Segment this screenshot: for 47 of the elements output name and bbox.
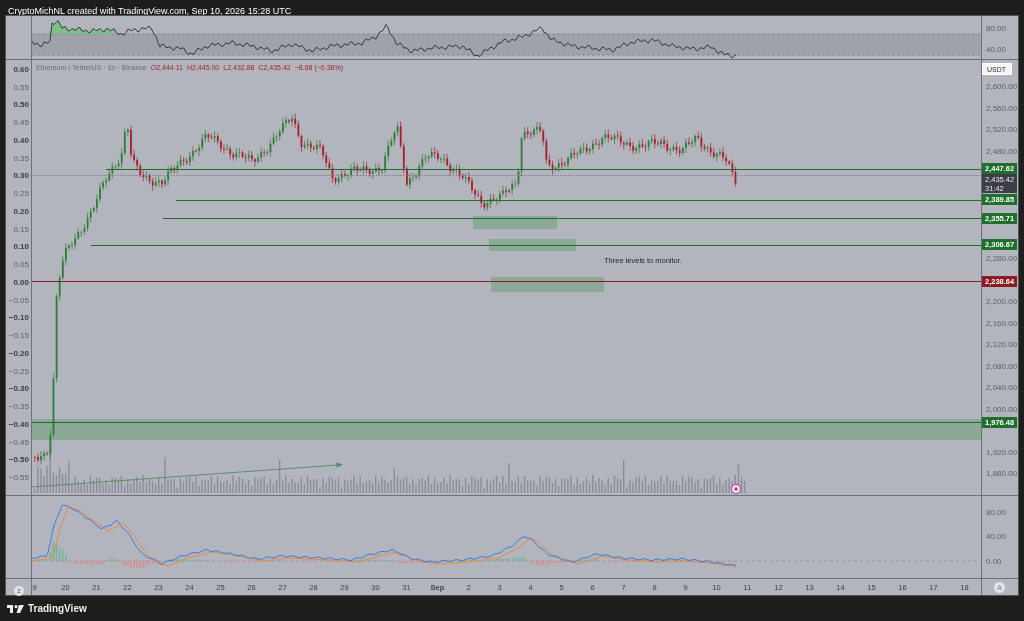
axis-label: 40.00	[986, 532, 1007, 542]
axis-label: 80.00	[986, 24, 1007, 34]
axis-label: 0.55	[13, 82, 29, 93]
axis-label: 2,280.00	[986, 254, 1018, 264]
axis-label: 0.05	[13, 260, 29, 271]
axis-label: 0.45	[13, 118, 29, 129]
axis-label: −0.10	[8, 313, 29, 324]
axis-label: 0.50	[13, 100, 29, 111]
axis-label: −0.40	[8, 419, 29, 430]
axis-label: 0.15	[13, 224, 29, 235]
axis-label: 2,120.00	[986, 340, 1018, 350]
axis-label: −0.35	[8, 402, 29, 413]
axis-label: 1,880.00	[986, 469, 1018, 479]
marker-icon[interactable]	[731, 484, 741, 494]
axis-label: 0.30	[13, 171, 29, 182]
axis-label: 0.00	[13, 277, 29, 288]
attribution-text: CryptoMichNL created with TradingView.com, Sep 10, 2026 15:28 UTC	[8, 5, 292, 18]
axis-label: 2,160.00	[986, 318, 1018, 329]
axis-label: 2,040.00	[986, 383, 1018, 393]
axis-label: 0.10	[13, 242, 29, 253]
axis-label: 0.40	[13, 135, 29, 146]
logo-icon	[7, 604, 24, 613]
axis-label: −0.45	[8, 437, 29, 448]
axis-label: 0.00	[986, 557, 1002, 567]
axis-label: −0.20	[8, 348, 29, 359]
axis-label: 2,600.00	[986, 82, 1018, 92]
axis-label: 2,000.00	[986, 404, 1018, 415]
circle-icon[interactable]	[14, 586, 24, 596]
axis-label: 0.60	[13, 65, 29, 75]
axis-label: −0.15	[8, 331, 29, 342]
axis-label: 0.35	[13, 153, 29, 164]
axis-label: 2,520.00	[986, 125, 1018, 135]
axis-label: 2,480.00	[986, 146, 1018, 157]
axis-label: 1,920.00	[986, 447, 1018, 458]
axis-label: 2,080.00	[986, 361, 1018, 372]
axis-label: 2,200.00	[986, 297, 1018, 307]
axis-label: −0.05	[8, 295, 29, 306]
axis-label: −0.25	[8, 366, 29, 377]
axis-label: −0.55	[8, 473, 29, 483]
axis-label: 80.00	[986, 508, 1007, 518]
axis-label: −0.30	[8, 384, 29, 395]
axis-label: 40.00	[986, 45, 1007, 55]
axis-label: 2,560.00	[986, 103, 1018, 114]
axis-label: −0.50	[8, 455, 29, 466]
brand-name: TradingView	[28, 603, 87, 614]
axis-label: 0.25	[13, 189, 29, 200]
axis-label: 0.20	[13, 206, 29, 217]
